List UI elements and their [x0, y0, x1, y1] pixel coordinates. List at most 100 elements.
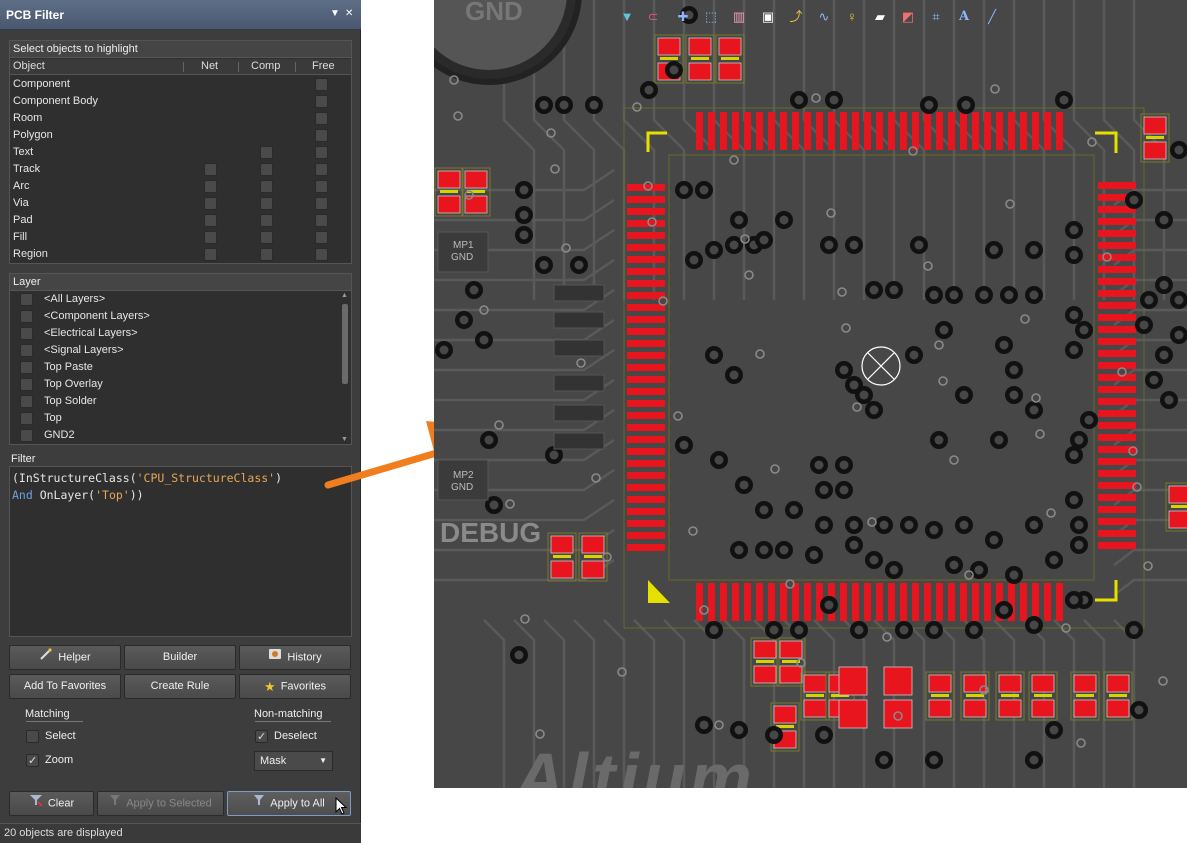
layer-checkbox[interactable] — [20, 395, 33, 408]
debug-silk-label: DEBUG — [440, 517, 542, 548]
net-checkbox[interactable] — [204, 197, 217, 210]
zoom-checkbox[interactable] — [26, 753, 39, 770]
col-net: Net — [201, 60, 219, 72]
object-label: Text — [13, 146, 34, 158]
layer-checkbox[interactable] — [20, 293, 33, 306]
comp-checkbox[interactable] — [260, 214, 273, 227]
net-checkbox[interactable] — [204, 214, 217, 227]
apply-to-selected-button[interactable]: Apply to Selected — [97, 791, 224, 816]
text-tool-icon[interactable]: A — [955, 8, 973, 26]
object-label: Fill — [13, 231, 28, 243]
free-checkbox[interactable] — [315, 163, 328, 176]
nonmatching-mode-dropdown[interactable]: Mask ▼ — [254, 751, 333, 771]
create-rule-button[interactable]: Create Rule — [124, 674, 236, 699]
comp-checkbox[interactable] — [260, 163, 273, 176]
layer-label: Top Solder — [44, 395, 97, 407]
fill-tool-icon[interactable]: ▰ — [871, 8, 889, 26]
comp-checkbox[interactable] — [260, 180, 273, 193]
layer-checkbox[interactable] — [20, 378, 33, 391]
pcb-editor-canvas[interactable]: GND MP1 GND MP2 GND DEBUG Altium — [434, 0, 1187, 788]
free-checkbox[interactable] — [315, 146, 328, 159]
builder-button[interactable]: Builder — [124, 645, 236, 670]
object-row: Arc — [10, 178, 351, 195]
matching-zoom-option[interactable]: Zoom — [26, 752, 106, 770]
free-checkbox[interactable] — [315, 248, 328, 261]
filter-query-editor[interactable]: (InStructureClass('CPU_StructureClass') … — [9, 466, 352, 637]
pin-icon[interactable]: ▼ — [330, 8, 340, 19]
free-checkbox[interactable] — [315, 78, 328, 91]
object-label: Pad — [13, 214, 33, 226]
select-checkbox[interactable] — [26, 730, 39, 743]
comp-checkbox[interactable] — [260, 248, 273, 261]
comp-checkbox[interactable] — [260, 197, 273, 210]
layer-checkbox[interactable] — [20, 310, 33, 323]
net-checkbox[interactable] — [204, 163, 217, 176]
layer-row[interactable]: Top — [10, 410, 339, 427]
free-checkbox[interactable] — [315, 112, 328, 125]
layer-row[interactable]: <Electrical Layers> — [10, 325, 339, 342]
nonmatching-deselect-option[interactable]: Deselect — [255, 728, 335, 746]
layer-row[interactable]: <All Layers> — [10, 291, 339, 308]
layer-checkbox[interactable] — [20, 344, 33, 357]
free-checkbox[interactable] — [315, 95, 328, 108]
comp-checkbox[interactable] — [260, 146, 273, 159]
object-label: Via — [13, 197, 29, 209]
object-row: Track — [10, 161, 351, 178]
line-tool-icon[interactable]: ╱ — [983, 8, 1001, 26]
select-rect-tool-icon[interactable]: ⬚ — [702, 8, 720, 26]
layer-label: Top — [44, 412, 62, 424]
helper-button[interactable]: Helper — [9, 645, 121, 670]
net-checkbox[interactable] — [204, 248, 217, 261]
layer-row[interactable]: Top Solder — [10, 393, 339, 410]
dimension-tool-icon[interactable]: ⌗ — [927, 8, 945, 26]
net-checkbox[interactable] — [204, 231, 217, 244]
filter-icon — [253, 792, 265, 815]
layer-row[interactable]: Top Paste — [10, 359, 339, 376]
comp-checkbox[interactable] — [260, 231, 273, 244]
pcb-filter-panel: PCB Filter ▼ ✕ Select objects to highlig… — [0, 0, 361, 843]
panel-title: PCB Filter — [6, 8, 65, 22]
layer-checkbox[interactable] — [20, 327, 33, 340]
layer-row[interactable]: <Signal Layers> — [10, 342, 339, 359]
free-checkbox[interactable] — [315, 129, 328, 142]
filter-tool-icon[interactable]: ▼ — [618, 8, 636, 26]
matching-select-option[interactable]: Select — [26, 728, 106, 745]
crosshair-tool-icon[interactable]: ✚ — [674, 8, 692, 26]
history-icon — [268, 646, 282, 669]
object-row: Via — [10, 195, 351, 212]
objects-column-header: Object Net Comp Free — [10, 59, 351, 75]
free-checkbox[interactable] — [315, 197, 328, 210]
panel-titlebar[interactable]: PCB Filter ▼ ✕ — [0, 0, 361, 30]
layer-row[interactable]: <Component Layers> — [10, 308, 339, 325]
diff-pair-tool-icon[interactable]: ∿ — [815, 8, 833, 26]
object-label: Arc — [13, 180, 30, 192]
clear-button[interactable]: Clear — [9, 791, 94, 816]
polygon-tool-icon[interactable]: ◩ — [899, 8, 917, 26]
layer-label: Top Overlay — [44, 378, 103, 390]
layer-checkbox[interactable] — [20, 429, 33, 442]
layer-checkbox[interactable] — [20, 361, 33, 374]
magnet-tool-icon[interactable]: ⊂ — [644, 8, 662, 26]
layer-checkbox[interactable] — [20, 412, 33, 425]
deselect-checkbox[interactable] — [255, 729, 268, 746]
favorites-button[interactable]: ★ Favorites — [239, 674, 351, 699]
via-tool-icon[interactable]: ♀ — [843, 8, 861, 26]
free-checkbox[interactable] — [315, 180, 328, 193]
component-tool-icon[interactable]: ▣ — [759, 8, 777, 26]
free-checkbox[interactable] — [315, 214, 328, 227]
pcb-active-toolbar: ▼ ⊂ ✚ ⬚ ▥ ▣ ⤴ ∿ ♀ ▰ ◩ ⌗ A ╱ — [612, 4, 1012, 29]
object-row: Room — [10, 110, 351, 127]
layer-row[interactable]: GND2 — [10, 427, 339, 444]
add-to-favorites-button[interactable]: Add To Favorites — [9, 674, 121, 699]
close-icon[interactable]: ✕ — [345, 8, 353, 19]
route-tool-icon[interactable]: ⤴ — [787, 8, 805, 26]
apply-to-all-button[interactable]: Apply to All — [227, 791, 351, 816]
align-tool-icon[interactable]: ▥ — [730, 8, 748, 26]
net-checkbox[interactable] — [204, 180, 217, 193]
history-button[interactable]: History — [239, 645, 351, 670]
layers-scroll-thumb[interactable] — [342, 304, 348, 384]
layer-row[interactable]: Top Overlay — [10, 376, 339, 393]
free-checkbox[interactable] — [315, 231, 328, 244]
layer-label: <Component Layers> — [44, 310, 150, 322]
filter-label: Filter — [11, 453, 36, 465]
